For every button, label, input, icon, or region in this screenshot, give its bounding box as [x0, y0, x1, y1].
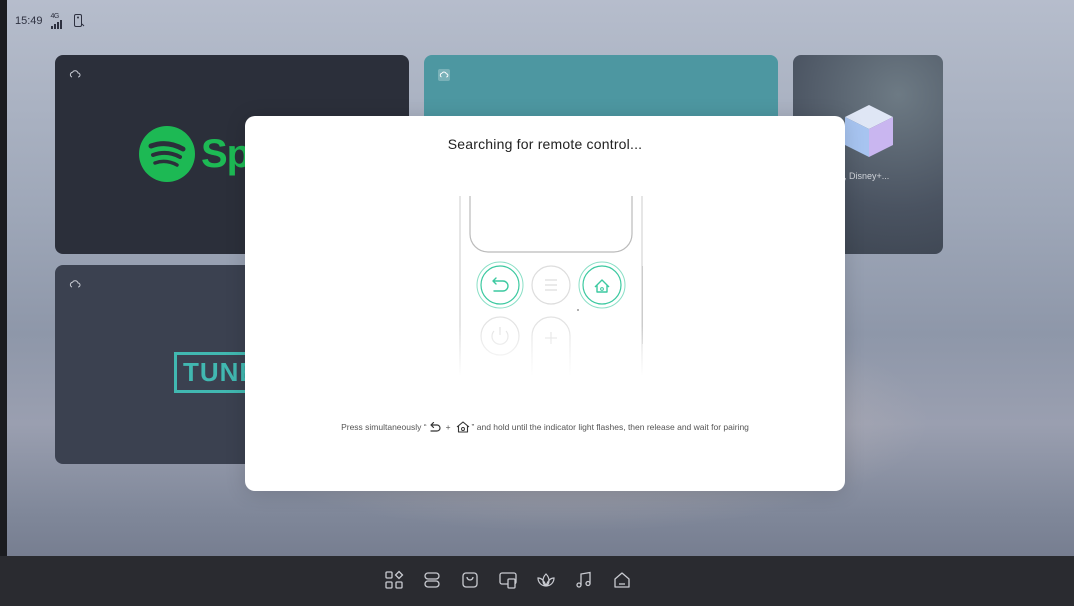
clock: 15:49 — [15, 15, 43, 27]
store-icon[interactable] — [460, 570, 480, 590]
cast-screen-icon[interactable] — [498, 570, 518, 590]
music-icon[interactable] — [574, 570, 594, 590]
screen-edge — [0, 0, 7, 606]
cloud-icon — [69, 280, 81, 288]
cloud-icon — [438, 69, 450, 81]
wellness-icon[interactable] — [536, 570, 556, 590]
home-screen-background: 15:49 4G Sp ube, Disney+... TUNE Searchi… — [7, 0, 1074, 606]
spotify-icon — [139, 126, 195, 182]
home-button-icon — [578, 261, 626, 309]
remote-pairing-dialog: Searching for remote control... Press si… — [245, 116, 845, 491]
bottom-dock — [0, 556, 1074, 606]
layout-icon[interactable] — [422, 570, 442, 590]
apps-icon[interactable] — [384, 570, 404, 590]
apps-cube-icon — [845, 105, 893, 157]
back-button-icon — [476, 261, 524, 309]
spotify-wordmark: Sp — [201, 131, 251, 176]
home-icon — [456, 421, 469, 433]
spotify-logo: Sp — [139, 126, 251, 182]
back-icon — [429, 422, 441, 432]
pairing-instruction: Press simultaneously “ + ” and hold unti… — [341, 421, 749, 433]
menu-button-icon — [531, 265, 571, 305]
signal-icon: 4G — [50, 13, 65, 29]
cloud-icon — [69, 70, 81, 78]
remote-control-illustration — [443, 196, 643, 376]
remote-status-icon — [73, 14, 84, 27]
home-icon[interactable] — [612, 570, 632, 590]
dialog-title: Searching for remote control... — [447, 136, 643, 152]
status-bar: 15:49 4G — [15, 12, 85, 30]
